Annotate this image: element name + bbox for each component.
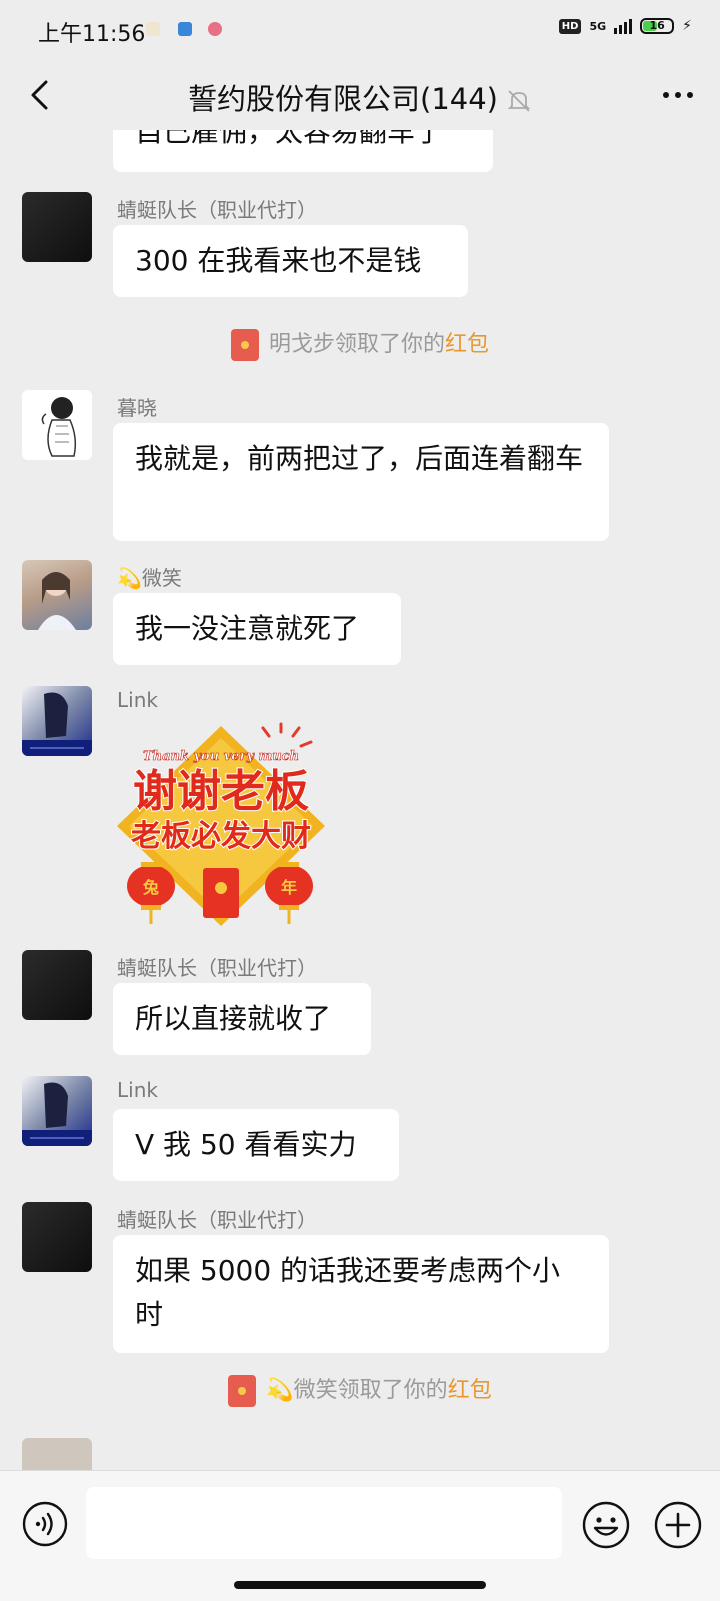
avatar[interactable] xyxy=(22,560,92,630)
message-bubble[interactable]: 如果 5000 的话我还要考虑两个小时 xyxy=(113,1235,609,1353)
chat-title[interactable]: 誓约股份有限公司(144) xyxy=(188,82,498,116)
sender-name: 蜻蜓队长（职业代打） xyxy=(117,956,317,980)
avatar[interactable] xyxy=(22,390,92,460)
voice-icon[interactable] xyxy=(22,1501,68,1547)
message-bubble[interactable]: 自己雇佣，太容易翻车了 xyxy=(113,130,493,172)
status-bar: 上午11:56 HD 5G 16 ⚡ xyxy=(0,0,720,62)
sender-name: 💫微笑 xyxy=(117,566,182,590)
battery-icon: 16 xyxy=(640,18,675,34)
red-packet-icon xyxy=(228,1375,257,1407)
sender-name: Link xyxy=(117,688,158,712)
notification-icon xyxy=(208,22,222,36)
notification-icon xyxy=(146,22,160,36)
status-time: 上午11:56 xyxy=(38,22,146,47)
charging-icon: ⚡ xyxy=(682,18,692,34)
avatar[interactable] xyxy=(22,950,92,1020)
avatar[interactable] xyxy=(22,686,92,756)
bell-muted-icon xyxy=(507,90,531,112)
signal-icon xyxy=(614,18,633,34)
sun-rays-icon xyxy=(261,722,313,748)
more-dots-icon[interactable] xyxy=(658,80,698,110)
red-packet-icon xyxy=(203,868,239,918)
network-type: 5G xyxy=(589,19,607,33)
message-bubble[interactable]: 我就是，前两把过了，后面连着翻车 xyxy=(113,423,609,541)
plus-icon[interactable] xyxy=(654,1501,702,1549)
message-bubble[interactable]: 300 在我看来也不是钱 xyxy=(113,225,468,297)
emoji-icon[interactable] xyxy=(582,1501,630,1549)
system-notice-text: 明戈步领取了你的 xyxy=(268,332,445,357)
avatar[interactable] xyxy=(22,1076,92,1146)
message-bubble[interactable]: 所以直接就收了 xyxy=(113,983,371,1055)
hd-voice-badge: HD xyxy=(558,18,582,34)
sticker-line2: 老板必发大财 xyxy=(131,819,311,854)
left-lantern-icon: 兔 xyxy=(127,862,175,924)
system-notice: 明戈步领取了你的红包 xyxy=(0,326,720,361)
left-lantern-text: 兔 xyxy=(142,878,159,897)
right-lantern-icon: 年 xyxy=(265,862,313,924)
battery-level: 16 xyxy=(649,19,665,32)
red-packet-link[interactable]: 红包 xyxy=(448,1378,492,1403)
avatar[interactable] xyxy=(22,1438,92,1470)
sticker-top-text: Thank you very much xyxy=(143,749,299,764)
red-packet-link[interactable]: 红包 xyxy=(445,332,489,357)
home-indicator[interactable] xyxy=(234,1581,486,1589)
sender-name: Link xyxy=(117,1078,158,1102)
system-notice: 💫微笑领取了你的红包 xyxy=(0,1372,720,1407)
red-packet-icon xyxy=(230,329,259,361)
message-bubble[interactable]: V 我 50 看看实力 xyxy=(113,1109,399,1181)
right-lantern-text: 年 xyxy=(281,878,297,897)
avatar[interactable] xyxy=(22,1202,92,1272)
avatar[interactable] xyxy=(22,192,92,262)
notification-icon xyxy=(178,22,192,36)
message-input[interactable] xyxy=(86,1487,562,1559)
input-bar xyxy=(0,1470,720,1601)
sender-name: 暮晓 xyxy=(117,396,157,420)
thank-you-boss-sticker[interactable]: Thank you very much 谢谢老板 老板必发大财 兔 年 xyxy=(113,722,329,928)
message-bubble[interactable]: 我一没注意就死了 xyxy=(113,593,401,665)
system-notice-text: 💫微笑领取了你的 xyxy=(266,1378,448,1403)
sticker-line1: 谢谢老板 xyxy=(133,766,309,817)
sender-name: 蜻蜓队长（职业代打） xyxy=(117,1208,317,1232)
chat-title-row: 誓约股份有限公司(144) xyxy=(0,76,720,118)
chat-header: 誓约股份有限公司(144) xyxy=(0,62,720,128)
message-list[interactable]: 自己雇佣，太容易翻车了 蜻蜓队长（职业代打） 300 在我看来也不是钱 明戈步领… xyxy=(0,130,720,1470)
sender-name: 蜻蜓队长（职业代打） xyxy=(117,198,317,222)
